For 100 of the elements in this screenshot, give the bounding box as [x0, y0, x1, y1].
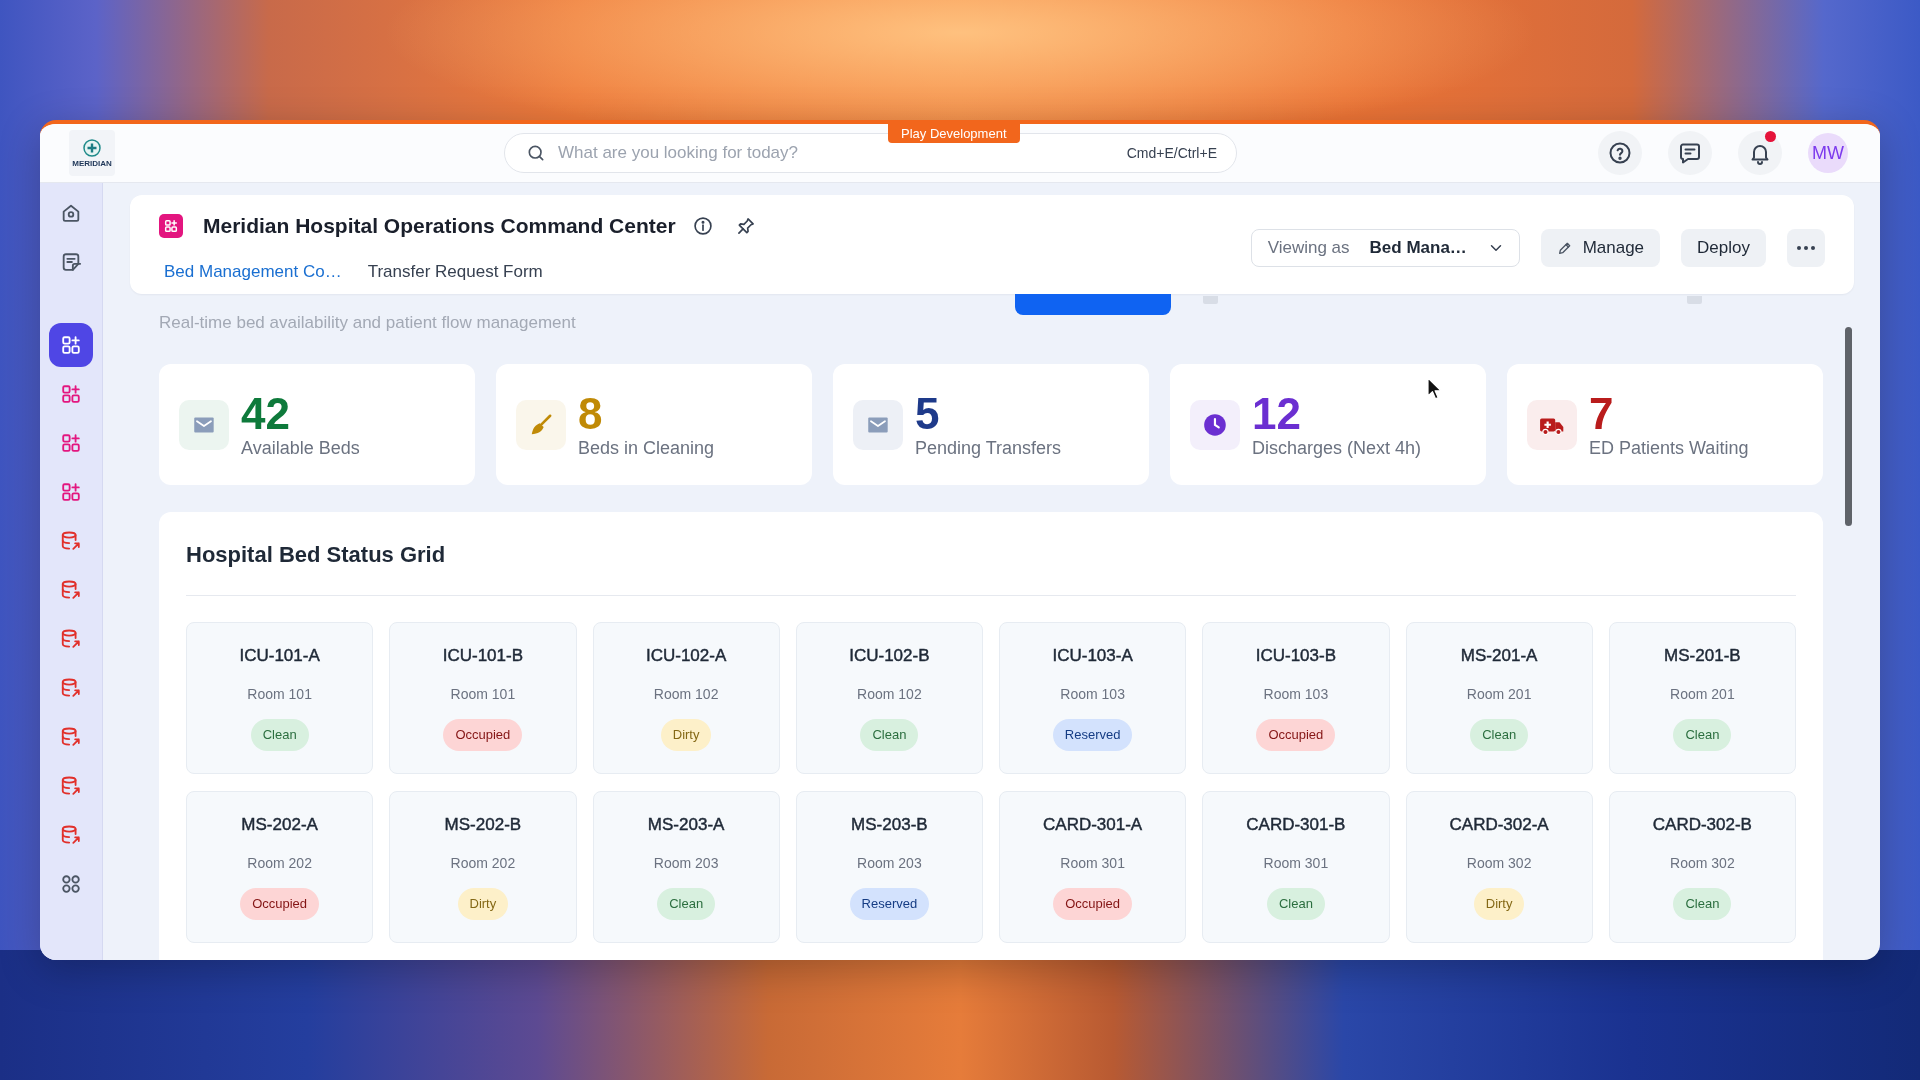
bed-id: MS-201-B [1664, 646, 1741, 666]
status-badge: Reserved [849, 888, 930, 920]
page-subtitle: Real-time bed availability and patient flow management [159, 312, 576, 334]
ambulance-icon [1527, 399, 1577, 450]
header-button[interactable]: Manage [1540, 229, 1661, 267]
room-label: Room 101 [450, 685, 516, 704]
tab[interactable]: Transfer Request Form [362, 257, 548, 287]
sidebar-item[interactable] [49, 323, 93, 367]
room-label: Room 201 [1466, 685, 1532, 704]
bed-card[interactable]: ICU-101-B Room 101 Occupied [389, 622, 577, 774]
bed-card[interactable]: MS-202-B Room 202 Dirty [389, 791, 577, 943]
stat-value: 12 [1252, 390, 1302, 437]
help-icon [1608, 141, 1632, 165]
scrollbar-thumb[interactable] [1845, 327, 1852, 526]
status-badge: Reserved [1052, 719, 1133, 751]
bed-id: ICU-102-B [849, 646, 930, 666]
bed-card[interactable]: ICU-103-A Room 103 Reserved [999, 622, 1187, 774]
grid-icon [60, 873, 82, 895]
room-label: Room 101 [247, 685, 312, 704]
bed-id: CARD-302-A [1449, 815, 1549, 835]
database-arrow-icon [60, 530, 82, 552]
bed-card[interactable]: CARD-301-A Room 301 Occupied [999, 791, 1187, 943]
room-label: Room 102 [857, 685, 922, 704]
bed-id: MS-202-B [444, 815, 522, 835]
database-arrow-icon [60, 824, 82, 846]
chat-button[interactable] [1668, 131, 1712, 175]
app-grid-icon [60, 383, 82, 405]
bed-id: ICU-101-B [442, 646, 524, 666]
stat-label: Discharges (Next 4h) [1252, 436, 1422, 459]
envelope-icon [853, 399, 903, 450]
pencil-icon [1556, 240, 1573, 256]
bed-card[interactable]: CARD-301-B Room 301 Clean [1202, 791, 1390, 943]
database-arrow-icon [60, 775, 82, 797]
more-button[interactable] [1787, 229, 1825, 267]
stat-label: ED Patients Waiting [1589, 436, 1749, 459]
status-badge: Clean [1673, 888, 1732, 920]
user-avatar[interactable]: MW [1808, 133, 1848, 173]
status-badge: Clean [860, 719, 919, 751]
database-arrow-icon [60, 726, 82, 748]
viewing-as-select[interactable]: Viewing as Bed Mana… [1250, 229, 1520, 267]
bed-card[interactable]: MS-201-B Room 201 Clean [1608, 622, 1796, 774]
bed-card[interactable]: ICU-101-A Room 101 Clean [186, 622, 374, 774]
room-label: Room 302 [1670, 854, 1735, 873]
bed-card[interactable]: CARD-302-B Room 302 Clean [1608, 791, 1796, 943]
status-badge: Occupied [443, 719, 523, 751]
app-grid-icon [159, 214, 183, 238]
bed-id: ICU-103-A [1052, 646, 1133, 666]
status-badge: Clean [1470, 719, 1529, 751]
bed-id: ICU-103-B [1255, 646, 1337, 666]
status-badge: Clean [1266, 888, 1325, 920]
bed-id: MS-201-A [1460, 646, 1538, 666]
room-label: Room 103 [1263, 685, 1329, 704]
search-field[interactable]: What are you looking for today? [558, 140, 1115, 166]
bed-id: MS-202-A [241, 815, 318, 835]
bed-id: MS-203-A [647, 815, 725, 835]
mouse-cursor-icon [1427, 377, 1443, 400]
bed-id: CARD-301-A [1043, 815, 1143, 835]
bed-id: ICU-101-A [239, 646, 320, 666]
bed-card[interactable]: MS-202-A Room 202 Occupied [186, 791, 374, 943]
shortcut-hint: Cmd+E/Ctrl+E [1126, 143, 1217, 163]
app-title: Meridian Hospital Operations Command Center [203, 213, 676, 239]
room-label: Room 103 [1060, 685, 1125, 704]
room-label: Room 201 [1670, 685, 1735, 704]
status-badge: Clean [250, 719, 309, 751]
home-icon [60, 202, 82, 224]
logo-text: MERIDIAN [72, 158, 112, 168]
database-arrow-icon [60, 628, 82, 650]
bed-card[interactable]: MS-201-A Room 201 Clean [1405, 622, 1593, 774]
bed-id: MS-203-B [851, 815, 928, 835]
notifications-button[interactable] [1738, 131, 1782, 175]
status-badge: Clean [657, 888, 716, 920]
stat-value: 8 [578, 390, 604, 437]
tab[interactable]: Bed Management Co… [159, 257, 347, 287]
cross-emblem-icon [83, 138, 101, 157]
status-badge: Occupied [240, 888, 320, 920]
room-label: Room 202 [450, 854, 516, 873]
bed-card[interactable]: CARD-302-A Room 302 Dirty [1405, 791, 1593, 943]
search-icon [526, 143, 546, 163]
envelope-icon [179, 399, 229, 450]
status-badge: Dirty [1473, 888, 1525, 920]
stat-value: 42 [241, 390, 291, 437]
stat-label: Pending Transfers [915, 436, 1062, 459]
app-grid-icon [60, 432, 82, 454]
stat-label: Beds in Cleaning [578, 436, 715, 459]
room-label: Room 203 [857, 854, 922, 873]
panel-title: Hospital Bed Status Grid [186, 542, 447, 568]
room-label: Room 301 [1263, 854, 1329, 873]
header-button[interactable]: Deploy [1681, 229, 1766, 267]
bed-card[interactable]: ICU-102-A Room 102 Dirty [592, 622, 780, 774]
database-arrow-icon [60, 677, 82, 699]
info-icon [692, 216, 713, 236]
bed-id: CARD-301-B [1246, 815, 1346, 835]
stat-value: 7 [1589, 390, 1615, 437]
bed-card[interactable]: ICU-103-B Room 103 Occupied [1202, 622, 1390, 774]
help-button[interactable] [1598, 131, 1642, 175]
status-badge: Dirty [660, 719, 712, 751]
bed-card[interactable]: MS-203-B Room 203 Reserved [795, 791, 983, 943]
more-icon [1797, 246, 1815, 250]
bed-card[interactable]: MS-203-A Room 203 Clean [592, 791, 780, 943]
bed-card[interactable]: ICU-102-B Room 102 Clean [795, 622, 983, 774]
